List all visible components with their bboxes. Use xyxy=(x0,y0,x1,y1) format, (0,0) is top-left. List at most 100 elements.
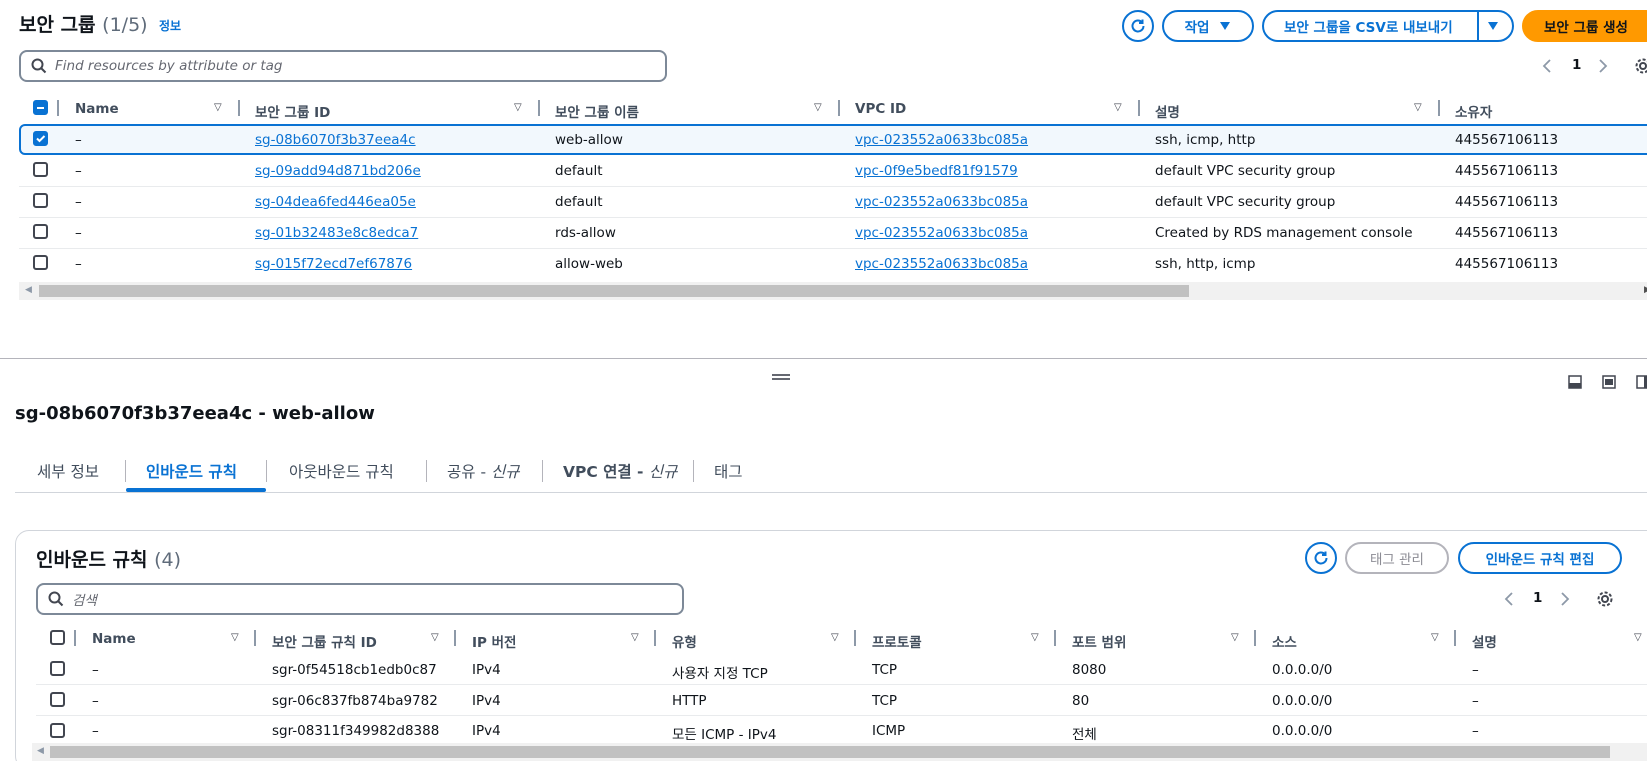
col-header-name[interactable]: Name xyxy=(75,101,119,117)
cell-sg-id-link[interactable]: sg-04dea6fed446ea05e xyxy=(255,194,416,210)
info-link[interactable]: 정보 xyxy=(159,17,181,34)
column-separator xyxy=(254,630,256,646)
inbound-search[interactable]: 검색 xyxy=(36,583,684,615)
tab-details[interactable]: 세부 정보 xyxy=(37,460,99,482)
col-header-sg-id[interactable]: 보안 그룹 ID xyxy=(255,101,330,121)
sort-icon[interactable]: ▽ xyxy=(1414,102,1422,113)
cell-vpc-link[interactable]: vpc-023552a0633bc085a xyxy=(855,256,1028,272)
export-csv-button[interactable]: 보안 그룹을 CSV로 내보내기 xyxy=(1262,10,1514,42)
detail-title: sg-08b6070f3b37eea4c - web-allow xyxy=(15,403,375,424)
search-icon xyxy=(31,58,47,74)
inbound-page-number[interactable]: 1 xyxy=(1533,590,1542,606)
sort-icon[interactable]: ▽ xyxy=(1634,632,1642,643)
sort-icon[interactable]: ▽ xyxy=(1231,632,1239,643)
select-all-checkbox[interactable] xyxy=(33,100,48,115)
sort-icon[interactable]: ▽ xyxy=(431,632,439,643)
settings-icon[interactable] xyxy=(1596,590,1614,608)
rule-type: 모든 ICMP - IPv4 xyxy=(672,727,777,743)
tab-separator xyxy=(693,460,694,482)
in-col-description[interactable]: 설명 xyxy=(1472,631,1497,651)
cell-description: default VPC security group xyxy=(1155,194,1336,210)
cell-name: – xyxy=(75,194,82,210)
in-col-protocol[interactable]: 프로토콜 xyxy=(872,631,922,651)
chevron-right-icon[interactable] xyxy=(1560,592,1570,606)
horizontal-scrollbar[interactable]: ◀ ▶ xyxy=(19,282,1647,300)
column-separator xyxy=(238,100,240,116)
column-separator xyxy=(454,630,456,646)
rule-checkbox[interactable] xyxy=(50,692,65,707)
tab-sharing[interactable]: 공유 - 신규 xyxy=(447,460,520,482)
scrollbar-thumb[interactable] xyxy=(50,746,1610,758)
resource-search[interactable]: Find resources by attribute or tag xyxy=(19,50,667,82)
actions-button[interactable]: 작업 xyxy=(1162,10,1254,42)
sort-icon[interactable]: ▽ xyxy=(514,102,522,113)
cell-sg-id-link[interactable]: sg-09add94d871bd206e xyxy=(255,163,421,179)
row-checkbox[interactable] xyxy=(33,162,48,177)
split-panel-bottom-icon[interactable] xyxy=(1568,375,1582,389)
chevron-left-icon[interactable] xyxy=(1542,59,1552,73)
row-checkbox[interactable] xyxy=(33,131,48,146)
rule-ip-version: IPv4 xyxy=(472,693,501,709)
rule-id: sgr-0f54518cb1edb0c87 xyxy=(272,662,437,678)
rule-checkbox[interactable] xyxy=(50,661,65,676)
cell-vpc-link[interactable]: vpc-023552a0633bc085a xyxy=(855,194,1028,210)
cell-sg-id-link[interactable]: sg-08b6070f3b37eea4c xyxy=(255,132,416,148)
tab-outbound-rules[interactable]: 아웃바운드 규칙 xyxy=(289,460,394,482)
sort-icon[interactable]: ▽ xyxy=(814,102,822,113)
page-number[interactable]: 1 xyxy=(1572,57,1581,73)
col-header-owner[interactable]: 소유자 xyxy=(1455,101,1492,121)
cell-sg-name: default xyxy=(555,163,603,179)
split-panel-side-icon[interactable] xyxy=(1602,375,1616,389)
cell-name: – xyxy=(75,163,82,179)
split-panel-off-icon[interactable] xyxy=(1636,375,1647,389)
chevron-right-icon[interactable] xyxy=(1598,59,1608,73)
export-caret-down-icon[interactable] xyxy=(1487,21,1499,31)
scrollbar-thumb[interactable] xyxy=(39,285,1189,297)
drag-handle-icon[interactable] xyxy=(772,374,790,380)
manage-tags-button[interactable]: 태그 관리 xyxy=(1345,542,1449,574)
sort-icon[interactable]: ▽ xyxy=(1114,102,1122,113)
cell-sg-id-link[interactable]: sg-01b32483e8c8edca7 xyxy=(255,225,418,241)
sort-icon[interactable]: ▽ xyxy=(1031,632,1039,643)
create-security-group-button[interactable]: 보안 그룹 생성 xyxy=(1522,10,1647,42)
rule-checkbox[interactable] xyxy=(50,723,65,738)
in-col-ip-version[interactable]: IP 버전 xyxy=(472,631,516,651)
inbound-select-all-checkbox[interactable] xyxy=(50,630,65,645)
sort-icon[interactable]: ▽ xyxy=(231,632,239,643)
export-divider xyxy=(1477,12,1479,40)
sort-icon[interactable]: ▽ xyxy=(214,102,222,113)
in-col-rule-id[interactable]: 보안 그룹 규칙 ID xyxy=(272,631,377,651)
in-col-type[interactable]: 유형 xyxy=(672,631,697,651)
cell-vpc-link[interactable]: vpc-0f9e5bedf81f91579 xyxy=(855,163,1018,179)
scroll-left-arrow[interactable]: ◀ xyxy=(25,285,32,295)
scroll-left-arrow[interactable]: ◀ xyxy=(37,746,44,756)
rule-source: 0.0.0.0/0 xyxy=(1272,662,1333,678)
edit-inbound-rules-button[interactable]: 인바운드 규칙 편집 xyxy=(1458,542,1622,574)
col-header-vpc-id[interactable]: VPC ID xyxy=(855,101,906,117)
cell-vpc-link[interactable]: vpc-023552a0633bc085a xyxy=(855,132,1028,148)
row-divider xyxy=(36,715,1647,716)
row-checkbox[interactable] xyxy=(33,224,48,239)
tab-inbound-rules[interactable]: 인바운드 규칙 xyxy=(146,460,237,482)
in-col-port-range[interactable]: 포트 범위 xyxy=(1072,631,1126,651)
cell-vpc-link[interactable]: vpc-023552a0633bc085a xyxy=(855,225,1028,241)
sort-icon[interactable]: ▽ xyxy=(1431,632,1439,643)
cell-sg-id-link[interactable]: sg-015f72ecd7ef67876 xyxy=(255,256,412,272)
row-checkbox[interactable] xyxy=(33,193,48,208)
col-header-sg-name[interactable]: 보안 그룹 이름 xyxy=(555,101,639,121)
row-checkbox[interactable] xyxy=(33,255,48,270)
tab-vpc-associations[interactable]: VPC 연결 - 신규 xyxy=(563,460,677,482)
rule-id: sgr-08311f349982d8388 xyxy=(272,723,440,739)
in-col-name[interactable]: Name xyxy=(92,631,136,647)
inbound-horizontal-scrollbar[interactable]: ◀ xyxy=(32,743,1647,761)
tab-tags[interactable]: 태그 xyxy=(714,460,743,482)
refresh-button[interactable] xyxy=(1122,10,1154,42)
col-header-description[interactable]: 설명 xyxy=(1155,101,1180,121)
sort-icon[interactable]: ▽ xyxy=(631,632,639,643)
in-col-source[interactable]: 소스 xyxy=(1272,631,1297,651)
rule-type: 사용자 지정 TCP xyxy=(672,666,768,682)
settings-icon[interactable] xyxy=(1634,57,1647,75)
sort-icon[interactable]: ▽ xyxy=(831,632,839,643)
inbound-refresh-button[interactable] xyxy=(1305,542,1337,574)
chevron-left-icon[interactable] xyxy=(1504,592,1514,606)
